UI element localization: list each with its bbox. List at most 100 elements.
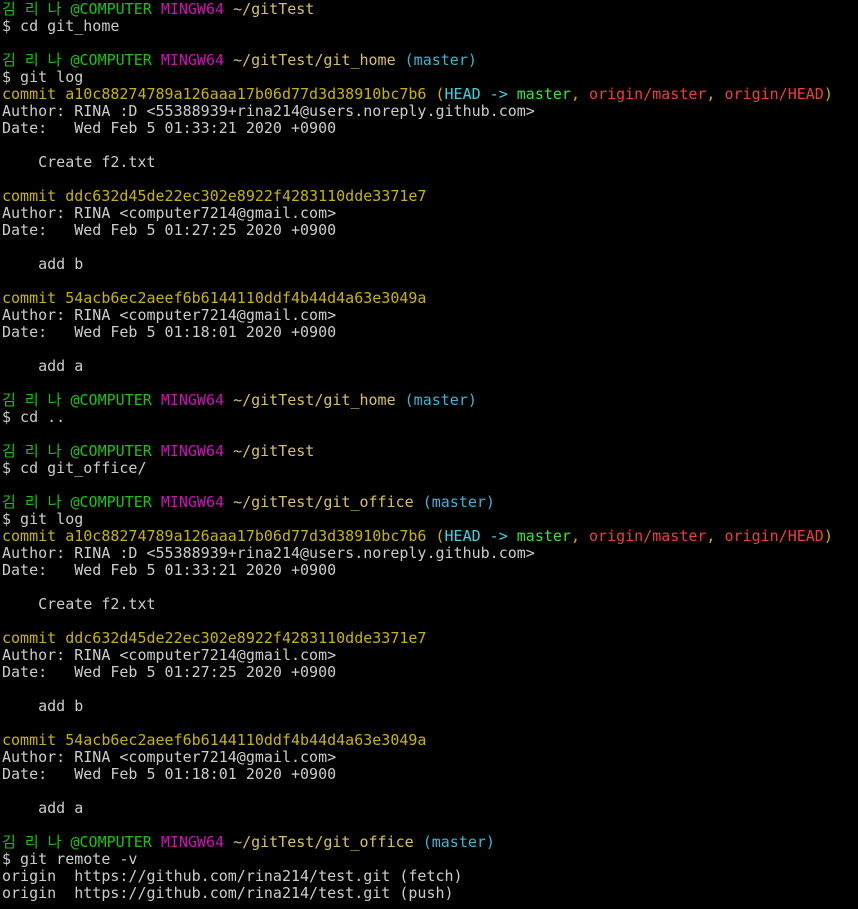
terminal-text-segment: 김 리 나 @COMPUTER bbox=[2, 391, 161, 409]
terminal-text-segment: $ git log bbox=[2, 68, 84, 86]
terminal-text-segment: add a bbox=[2, 799, 84, 817]
terminal-text-segment: $ cd git_office/ bbox=[2, 459, 147, 477]
terminal-text-segment: , bbox=[570, 85, 590, 103]
terminal-text-segment: Date: Wed Feb 5 01:33:21 2020 +0900 bbox=[2, 119, 337, 137]
terminal-text-segment: ~/gitTest/git_home bbox=[233, 391, 396, 409]
terminal-line: commit a10c88274789a126aaa17b06d77d3d389… bbox=[2, 86, 858, 103]
terminal-text-segment: MINGW64 bbox=[160, 0, 234, 18]
terminal-text-segment: HEAD -> bbox=[444, 85, 517, 103]
terminal-text-segment: ) bbox=[823, 527, 833, 545]
terminal-text-segment: ~/gitTest/git_home bbox=[233, 51, 396, 69]
terminal-line: 김 리 나 @COMPUTER MINGW64 ~/gitTest bbox=[2, 1, 858, 18]
terminal-text-segment: origin/master bbox=[589, 527, 707, 545]
terminal-text-segment: HEAD -> bbox=[444, 527, 517, 545]
terminal-line: $ cd git_office/ bbox=[2, 460, 858, 477]
terminal-line: Create f2.txt bbox=[2, 154, 858, 171]
terminal-text-segment: Author: RINA :D <55388939+rina214@users.… bbox=[2, 102, 535, 120]
terminal-text-segment: Date: Wed Feb 5 01:27:25 2020 +0900 bbox=[2, 221, 337, 239]
terminal-line: Date: Wed Feb 5 01:27:25 2020 +0900 bbox=[2, 664, 858, 681]
terminal-text-segment: master bbox=[516, 527, 571, 545]
terminal-line: Author: RINA :D <55388939+rina214@users.… bbox=[2, 545, 858, 562]
terminal-line: Date: Wed Feb 5 01:18:01 2020 +0900 bbox=[2, 766, 858, 783]
terminal-line: Author: RINA <computer7214@gmail.com> bbox=[2, 749, 858, 766]
terminal-line: origin https://github.com/rina214/test.g… bbox=[2, 885, 858, 902]
terminal-line: $ cd git_home bbox=[2, 18, 858, 35]
terminal-line: commit ddc632d45de22ec302e8922f4283110dd… bbox=[2, 630, 858, 647]
terminal-line: Date: Wed Feb 5 01:18:01 2020 +0900 bbox=[2, 324, 858, 341]
terminal-text-segment: $ cd .. bbox=[2, 408, 66, 426]
terminal-text-segment: ~/gitTest bbox=[233, 442, 315, 460]
terminal-text-segment: commit ddc632d45de22ec302e8922f4283110dd… bbox=[2, 629, 427, 647]
terminal-text-segment: Author: RINA :D <55388939+rina214@users.… bbox=[2, 544, 535, 562]
terminal-text-segment: Author: RINA <computer7214@gmail.com> bbox=[2, 646, 337, 664]
terminal-line: $ git log bbox=[2, 511, 858, 528]
terminal-text-segment: $ git remote -v bbox=[2, 850, 138, 868]
terminal-line: 김 리 나 @COMPUTER MINGW64 ~/gitTest bbox=[2, 443, 858, 460]
terminal-text-segment: , bbox=[570, 527, 590, 545]
terminal-text-segment: MINGW64 bbox=[160, 442, 234, 460]
terminal-line: $ cd .. bbox=[2, 409, 858, 426]
terminal-text-segment: Date: Wed Feb 5 01:33:21 2020 +0900 bbox=[2, 561, 337, 579]
terminal-text-segment: ~/gitTest/git_office bbox=[233, 493, 414, 511]
terminal-text-segment: commit ddc632d45de22ec302e8922f4283110dd… bbox=[2, 187, 427, 205]
terminal-text-segment: origin/HEAD bbox=[724, 527, 824, 545]
terminal-text-segment: commit 54acb6ec2aeef6b6144110ddf4b44d4a6… bbox=[2, 731, 427, 749]
terminal-text-segment: Date: Wed Feb 5 01:27:25 2020 +0900 bbox=[2, 663, 337, 681]
terminal-text-segment: Author: RINA <computer7214@gmail.com> bbox=[2, 748, 337, 766]
terminal-line: $ git log bbox=[2, 69, 858, 86]
terminal-line: 김 리 나 @COMPUTER MINGW64 ~/gitTest/git_ho… bbox=[2, 52, 858, 69]
terminal-line: Create f2.txt bbox=[2, 596, 858, 613]
terminal-text-segment: (master) bbox=[413, 493, 495, 511]
terminal-text-segment: MINGW64 bbox=[160, 493, 234, 511]
terminal-text-segment: Date: Wed Feb 5 01:18:01 2020 +0900 bbox=[2, 765, 337, 783]
terminal-text-segment: commit a10c88274789a126aaa17b06d77d3d389… bbox=[2, 85, 445, 103]
terminal-line: origin https://github.com/rina214/test.g… bbox=[2, 868, 858, 885]
terminal-line: 김 리 나 @COMPUTER MINGW64 ~/gitTest/git_ho… bbox=[2, 392, 858, 409]
terminal-line: commit a10c88274789a126aaa17b06d77d3d389… bbox=[2, 528, 858, 545]
terminal-text-segment: MINGW64 bbox=[160, 51, 234, 69]
terminal-text-segment: Author: RINA <computer7214@gmail.com> bbox=[2, 204, 337, 222]
terminal-line: Author: RINA <computer7214@gmail.com> bbox=[2, 307, 858, 324]
terminal-text-segment: Create f2.txt bbox=[2, 153, 156, 171]
terminal-line: Author: RINA <computer7214@gmail.com> bbox=[2, 647, 858, 664]
terminal-text-segment: 김 리 나 @COMPUTER bbox=[2, 0, 161, 18]
terminal-text-segment: add b bbox=[2, 255, 84, 273]
terminal-line: $ git remote -v bbox=[2, 851, 858, 868]
terminal-window[interactable]: 김 리 나 @COMPUTER MINGW64 ~/gitTest $ cd gi… bbox=[0, 0, 858, 909]
terminal-text-segment: (master) bbox=[395, 51, 477, 69]
terminal-line: Date: Wed Feb 5 01:27:25 2020 +0900 bbox=[2, 222, 858, 239]
terminal-line: commit ddc632d45de22ec302e8922f4283110dd… bbox=[2, 188, 858, 205]
terminal-text-segment: , bbox=[706, 527, 725, 545]
terminal-text-segment: 김 리 나 @COMPUTER bbox=[2, 833, 161, 851]
terminal-line: add b bbox=[2, 256, 858, 273]
terminal-text-segment: add a bbox=[2, 357, 84, 375]
terminal-text-segment: ~/gitTest bbox=[233, 0, 315, 18]
terminal-text-segment: origin https://github.com/rina214/test.g… bbox=[2, 884, 454, 902]
terminal-line: Date: Wed Feb 5 01:33:21 2020 +0900 bbox=[2, 120, 858, 137]
terminal-text-segment: Author: RINA <computer7214@gmail.com> bbox=[2, 306, 337, 324]
terminal-line: add a bbox=[2, 800, 858, 817]
terminal-line: add b bbox=[2, 698, 858, 715]
terminal-text-segment: $ cd git_home bbox=[2, 17, 120, 35]
terminal-text-segment: $ git log bbox=[2, 510, 84, 528]
terminal-text-segment: (master) bbox=[413, 833, 495, 851]
terminal-text-segment: master bbox=[516, 85, 571, 103]
terminal-line: commit 54acb6ec2aeef6b6144110ddf4b44d4a6… bbox=[2, 732, 858, 749]
terminal-text-segment: MINGW64 bbox=[160, 391, 234, 409]
terminal-text-segment: MINGW64 bbox=[160, 833, 234, 851]
terminal-text-segment: commit 54acb6ec2aeef6b6144110ddf4b44d4a6… bbox=[2, 289, 427, 307]
